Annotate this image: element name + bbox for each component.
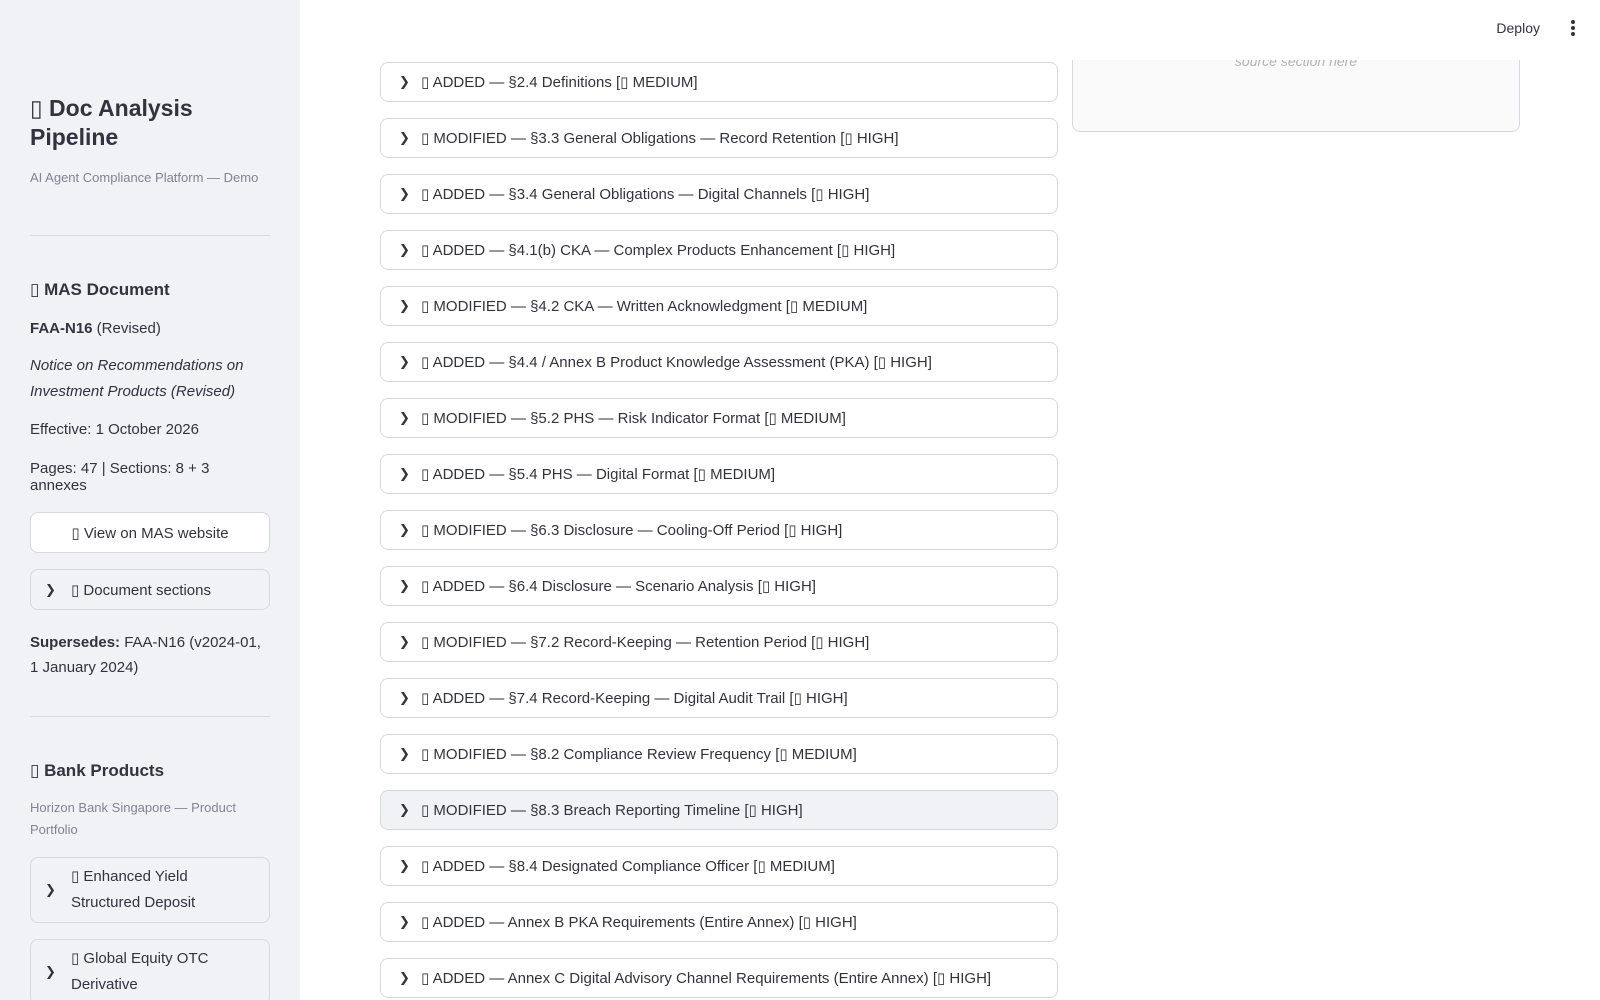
change-expander-label: ▯ MODIFIED — §6.3 Disclosure — Cooling-O… bbox=[421, 522, 843, 539]
change-expander-label: ▯ MODIFIED — §8.3 Breach Reporting Timel… bbox=[421, 802, 803, 819]
change-expander[interactable]: ❯ ▯ MODIFIED — §6.3 Disclosure — Cooling-… bbox=[380, 510, 1058, 550]
change-expander-label: ▯ MODIFIED — §4.2 CKA — Written Acknowle… bbox=[421, 298, 868, 315]
change-expander[interactable]: ❯ ▯ MODIFIED — §7.2 Record-Keeping — Rete… bbox=[380, 622, 1058, 662]
chevron-right-icon: ❯ bbox=[399, 634, 410, 649]
change-expander-label: ▯ ADDED — §4.1(b) CKA — Complex Products… bbox=[421, 242, 896, 259]
change-expander-label: ▯ MODIFIED — §3.3 General Obligations — … bbox=[421, 130, 899, 147]
supersedes-label: Supersedes: bbox=[30, 634, 121, 651]
change-expander[interactable]: ❯ ▯ MODIFIED — §5.2 PHS — Risk Indicator … bbox=[380, 398, 1058, 438]
change-expander-label: ▯ ADDED — §8.4 Designated Compliance Off… bbox=[421, 858, 835, 875]
changes-list: ❯ ▯ ADDED — §2.4 Definitions [▯ MEDIUM] ❯ ▯… bbox=[380, 62, 1058, 1000]
product-expander-label: ▯ Enhanced Yield Structured Deposit bbox=[71, 868, 196, 911]
chevron-right-icon: ❯ bbox=[399, 578, 410, 593]
document-sections-expander[interactable]: ❯ ▯ Document sections bbox=[30, 569, 270, 610]
sidebar-divider bbox=[30, 235, 270, 236]
product-expander-label: ▯ Global Equity OTC Derivative bbox=[71, 950, 209, 993]
mas-document-heading: ▯ MAS Document bbox=[30, 280, 170, 299]
change-expander[interactable]: ❯ ▯ ADDED — §8.4 Designated Compliance Of… bbox=[380, 846, 1058, 886]
document-code-value: FAA-N16 bbox=[30, 320, 93, 337]
change-expander[interactable]: ❯ ▯ ADDED — §3.4 General Obligations — Di… bbox=[380, 174, 1058, 214]
chevron-right-icon: ❯ bbox=[45, 964, 56, 979]
change-expander-label: ▯ ADDED — Annex C Digital Advisory Chann… bbox=[421, 970, 992, 987]
chevron-right-icon: ❯ bbox=[399, 74, 410, 89]
bank-products-heading: ▯ Bank Products bbox=[30, 761, 165, 780]
deploy-button[interactable]: Deploy bbox=[1496, 20, 1540, 36]
sidebar: ▯ Doc Analysis Pipeline AI Agent Complia… bbox=[0, 0, 300, 1000]
change-expander-label: ▯ ADDED — §7.4 Record-Keeping — Digital … bbox=[421, 690, 848, 707]
change-expander[interactable]: ❯ ▯ MODIFIED — §3.3 General Obligations —… bbox=[380, 118, 1058, 158]
view-on-mas-website-label: ▯ View on MAS website bbox=[71, 524, 229, 542]
change-expander[interactable]: ❯ ▯ MODIFIED — §8.2 Compliance Review Fre… bbox=[380, 734, 1058, 774]
chevron-right-icon: ❯ bbox=[399, 242, 410, 257]
sidebar-divider bbox=[30, 716, 270, 717]
chevron-right-icon: ❯ bbox=[399, 522, 410, 537]
chevron-right-icon: ❯ bbox=[399, 970, 410, 985]
change-expander[interactable]: ❯ ▯ ADDED — §2.4 Definitions [▯ MEDIUM] bbox=[380, 62, 1058, 102]
change-expander-label: ▯ ADDED — §3.4 General Obligations — Dig… bbox=[421, 186, 870, 203]
view-on-mas-website-button[interactable]: ▯ View on MAS website bbox=[30, 512, 270, 553]
chevron-right-icon: ❯ bbox=[399, 466, 410, 481]
change-expander[interactable]: ❯ ▯ ADDED — §4.4 / Annex B Product Knowle… bbox=[380, 342, 1058, 382]
document-effective-date: Effective: 1 October 2026 bbox=[30, 421, 199, 438]
document-code-suffix: (Revised) bbox=[92, 320, 161, 337]
change-expander-label: ▯ ADDED — §6.4 Disclosure — Scenario Ana… bbox=[421, 578, 816, 595]
bank-products-subtitle: Horizon Bank Singapore — Product Portfol… bbox=[30, 800, 236, 837]
chevron-right-icon: ❯ bbox=[45, 581, 56, 597]
document-code: FAA-N16 (Revised) bbox=[30, 320, 270, 337]
supersedes-text: Supersedes: FAA-N16 (v2024-01, 1 January… bbox=[30, 630, 270, 680]
change-expander-label: ▯ MODIFIED — §8.2 Compliance Review Freq… bbox=[421, 746, 857, 763]
document-pages-sections: Pages: 47 | Sections: 8 + 3 annexes bbox=[30, 460, 210, 494]
change-expander[interactable]: ❯ ▯ ADDED — Annex B PKA Requirements (Ent… bbox=[380, 902, 1058, 942]
change-expander[interactable]: ❯ ▯ ADDED — §4.1(b) CKA — Complex Product… bbox=[380, 230, 1058, 270]
product-expander-global-equity[interactable]: ❯ ▯ Global Equity OTC Derivative bbox=[30, 939, 270, 1000]
chevron-right-icon: ❯ bbox=[399, 746, 410, 761]
chevron-right-icon: ❯ bbox=[45, 882, 56, 897]
change-expander[interactable]: ❯ ▯ ADDED — §7.4 Record-Keeping — Digital… bbox=[380, 678, 1058, 718]
top-toolbar: Deploy bbox=[300, 0, 1600, 60]
chevron-right-icon: ❯ bbox=[399, 914, 410, 929]
change-expander-label: ▯ ADDED — §5.4 PHS — Digital Format [▯ M… bbox=[421, 466, 776, 483]
change-expander[interactable]: ❯ ▯ ADDED — §6.4 Disclosure — Scenario An… bbox=[380, 566, 1058, 606]
chevron-right-icon: ❯ bbox=[399, 354, 410, 369]
chevron-right-icon: ❯ bbox=[399, 298, 410, 313]
chevron-right-icon: ❯ bbox=[399, 690, 410, 705]
change-expander-label: ▯ ADDED — Annex B PKA Requirements (Enti… bbox=[421, 914, 857, 931]
document-sections-label: ▯ Document sections bbox=[71, 581, 211, 599]
chevron-right-icon: ❯ bbox=[399, 802, 410, 817]
chevron-right-icon: ❯ bbox=[399, 186, 410, 201]
document-title: Notice on Recommendations on Investment … bbox=[30, 357, 244, 400]
app-title: ▯ Doc Analysis Pipeline bbox=[30, 95, 193, 150]
chevron-right-icon: ❯ bbox=[399, 130, 410, 145]
change-expander-label: ▯ MODIFIED — §5.2 PHS — Risk Indicator F… bbox=[421, 410, 846, 427]
change-expander-label: ▯ ADDED — §2.4 Definitions [▯ MEDIUM] bbox=[421, 74, 698, 91]
app-subtitle: AI Agent Compliance Platform — Demo bbox=[30, 170, 259, 185]
kebab-menu-icon[interactable] bbox=[1568, 20, 1578, 38]
change-expander[interactable]: ❯ ▯ MODIFIED — §8.3 Breach Reporting Time… bbox=[380, 790, 1058, 830]
change-expander-label: ▯ ADDED — §4.4 / Annex B Product Knowled… bbox=[421, 354, 932, 371]
chevron-right-icon: ❯ bbox=[399, 858, 410, 873]
change-expander[interactable]: ❯ ▯ ADDED — Annex C Digital Advisory Chan… bbox=[380, 958, 1058, 998]
chevron-right-icon: ❯ bbox=[399, 410, 410, 425]
main-content: Deploy source section here ❯ ▯ ADDED — §2… bbox=[300, 0, 1600, 1000]
change-expander[interactable]: ❯ ▯ MODIFIED — §4.2 CKA — Written Acknowl… bbox=[380, 286, 1058, 326]
product-expander-enhanced-yield[interactable]: ❯ ▯ Enhanced Yield Structured Deposit bbox=[30, 857, 270, 923]
change-expander-label: ▯ MODIFIED — §7.2 Record-Keeping — Reten… bbox=[421, 634, 870, 651]
change-expander[interactable]: ❯ ▯ ADDED — §5.4 PHS — Digital Format [▯ … bbox=[380, 454, 1058, 494]
